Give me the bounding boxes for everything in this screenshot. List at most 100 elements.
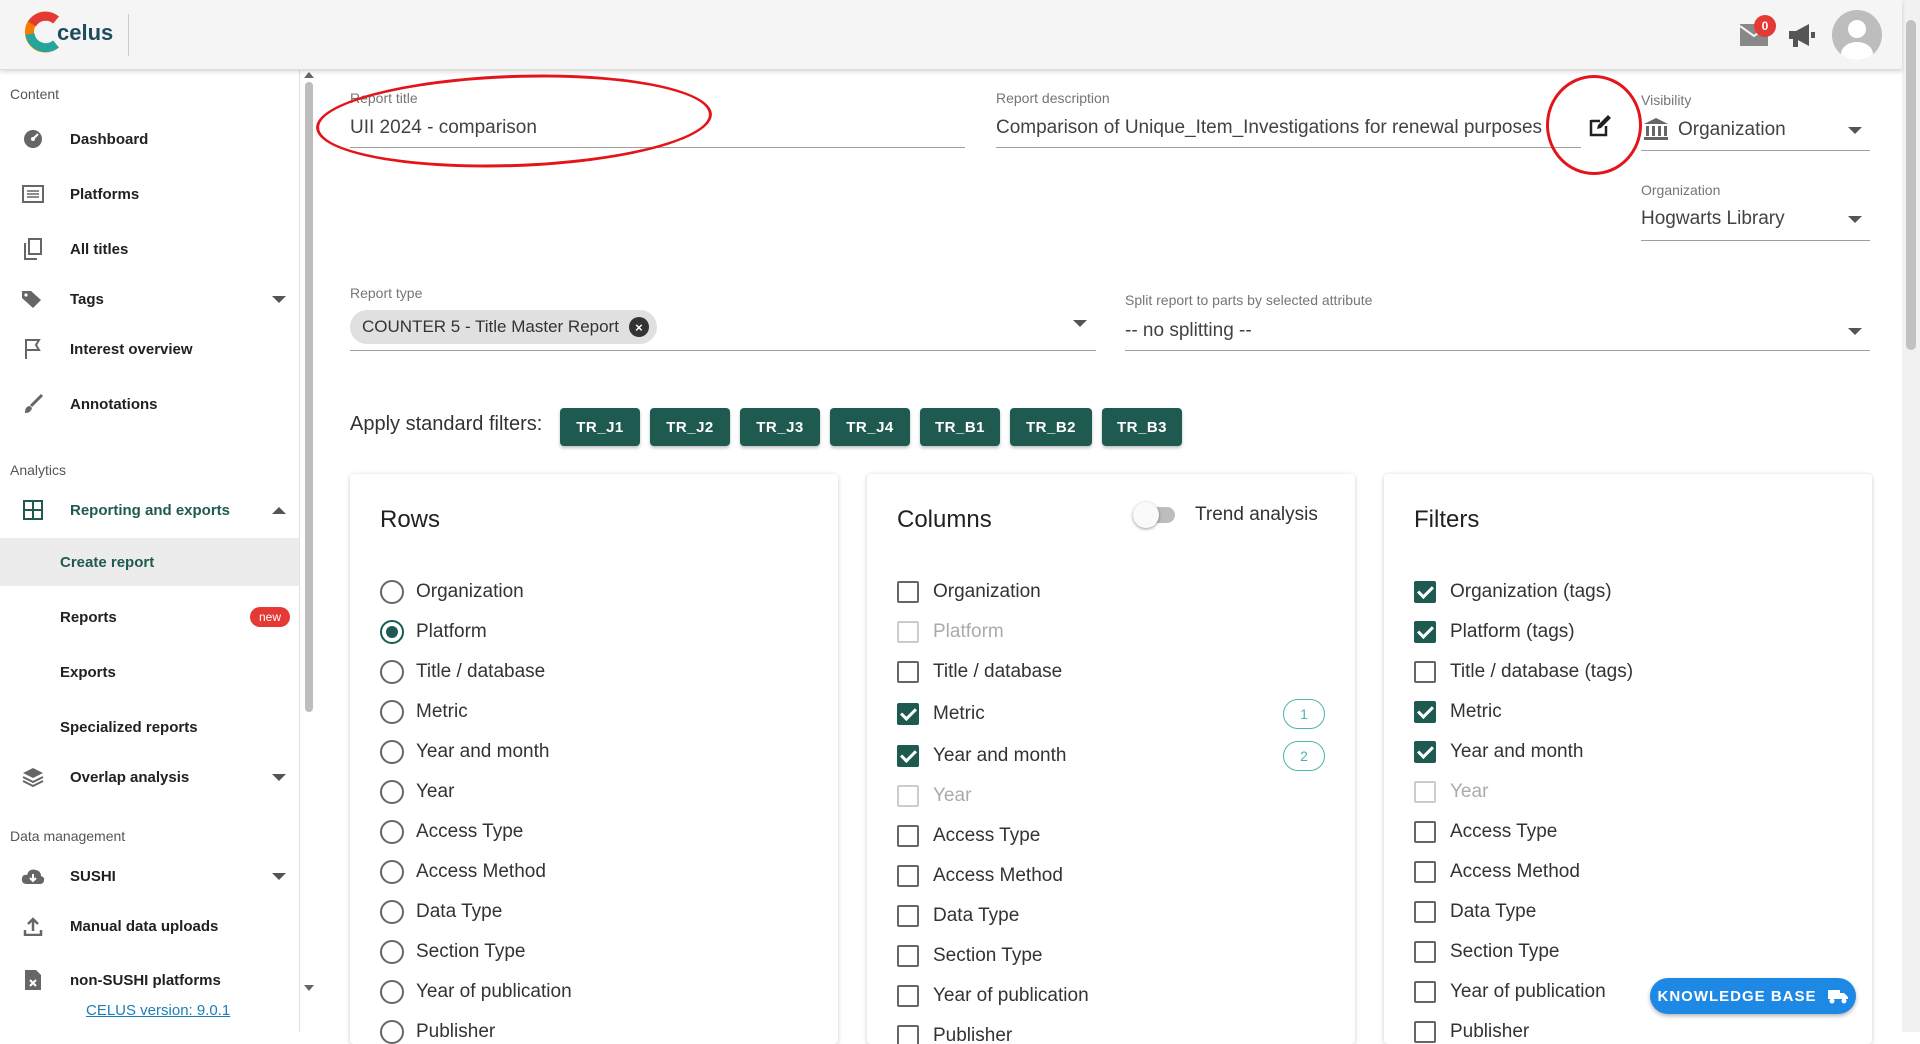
checkbox-unchecked-icon[interactable] [1414, 821, 1436, 843]
column-order-badge[interactable]: 2 [1283, 741, 1325, 771]
checkbox-checked-icon[interactable] [1414, 701, 1436, 723]
checkbox-unchecked-icon[interactable] [897, 985, 919, 1007]
column-order-badge[interactable]: 1 [1283, 699, 1325, 729]
filter-option-metric[interactable]: Metric [1414, 697, 1502, 727]
sidebar-item-manual-data-uploads[interactable]: Manual data uploads [0, 902, 299, 950]
sidebar-item-dashboard[interactable]: Dashboard [0, 115, 299, 163]
checkbox-unchecked-icon[interactable] [897, 581, 919, 603]
report-type-dropdown-arrow-icon[interactable] [1073, 320, 1087, 327]
sidebar-item-interest-overview[interactable]: Interest overview [0, 325, 299, 373]
row-option-title-database[interactable]: Title / database [380, 657, 545, 687]
radio-unchecked-icon[interactable] [380, 700, 404, 724]
radio-checked-icon[interactable] [380, 620, 404, 644]
checkbox-unchecked-icon[interactable] [1414, 981, 1436, 1003]
visibility-dropdown-arrow-icon[interactable] [1848, 127, 1862, 134]
checkbox-unchecked-icon[interactable] [1414, 901, 1436, 923]
user-avatar[interactable] [1832, 10, 1882, 60]
report-type-chip[interactable]: COUNTER 5 - Title Master Report × [350, 310, 657, 344]
toggle-track[interactable] [1133, 502, 1175, 528]
radio-unchecked-icon[interactable] [380, 940, 404, 964]
sidebar-item-reports[interactable]: Reports new [0, 593, 299, 641]
sidebar-item-annotations[interactable]: Annotations [0, 380, 299, 428]
filter-button-tr-j2[interactable]: TR_J2 [650, 408, 730, 446]
split-select[interactable]: -- no splitting -- [1125, 320, 1425, 342]
organization-dropdown-arrow-icon[interactable] [1848, 216, 1862, 223]
column-option-organization[interactable]: Organization [897, 577, 1041, 607]
visibility-select[interactable]: Organization [1678, 119, 1828, 141]
toggle-knob[interactable] [1133, 502, 1159, 528]
checkbox-unchecked-icon[interactable] [897, 825, 919, 847]
page-scrollbar[interactable] [1902, 0, 1920, 1032]
checkbox-unchecked-icon[interactable] [897, 661, 919, 683]
checkbox-checked-icon[interactable] [1414, 581, 1436, 603]
radio-unchecked-icon[interactable] [380, 580, 404, 604]
filter-button-tr-b1[interactable]: TR_B1 [920, 408, 1000, 446]
column-option-access-type[interactable]: Access Type [897, 821, 1040, 851]
filter-option-data-type[interactable]: Data Type [1414, 897, 1536, 927]
radio-unchecked-icon[interactable] [380, 820, 404, 844]
sidebar-item-platforms[interactable]: Platforms [0, 170, 299, 218]
column-option-year-of-publication[interactable]: Year of publication [897, 981, 1089, 1011]
sidebar-item-exports[interactable]: Exports [0, 648, 299, 696]
filter-option-platform-tags[interactable]: Platform (tags) [1414, 617, 1575, 647]
sidebar-item-specialized-reports[interactable]: Specialized reports [0, 703, 299, 751]
row-option-year[interactable]: Year [380, 777, 454, 807]
sidebar-item-tags[interactable]: Tags [0, 275, 299, 323]
filter-option-access-type[interactable]: Access Type [1414, 817, 1557, 847]
radio-unchecked-icon[interactable] [380, 780, 404, 804]
celus-version-link[interactable]: CELUS version: 9.0.1 [86, 1002, 230, 1019]
trend-analysis-toggle[interactable]: Trend analysis [1133, 502, 1318, 528]
checkbox-unchecked-icon[interactable] [897, 1025, 919, 1044]
organization-select[interactable]: Hogwarts Library [1641, 208, 1831, 230]
filter-option-year-of-publication[interactable]: Year of publication [1414, 977, 1606, 1007]
filter-button-tr-j1[interactable]: TR_J1 [560, 408, 640, 446]
checkbox-unchecked-icon[interactable] [897, 865, 919, 887]
column-option-publisher[interactable]: Publisher [897, 1021, 1012, 1044]
radio-unchecked-icon[interactable] [380, 660, 404, 684]
row-option-platform[interactable]: Platform [380, 617, 487, 647]
sidebar-scrollbar[interactable] [305, 82, 313, 712]
radio-unchecked-icon[interactable] [380, 1020, 404, 1044]
filter-button-tr-j4[interactable]: TR_J4 [830, 408, 910, 446]
sidebar-item-sushi[interactable]: SUSHI [0, 852, 299, 900]
radio-unchecked-icon[interactable] [380, 860, 404, 884]
checkbox-unchecked-icon[interactable] [1414, 1021, 1436, 1043]
checkbox-checked-icon[interactable] [1414, 741, 1436, 763]
checkbox-unchecked-icon[interactable] [1414, 941, 1436, 963]
row-option-data-type[interactable]: Data Type [380, 897, 502, 927]
filter-button-tr-b2[interactable]: TR_B2 [1010, 408, 1092, 446]
sidebar-item-create-report[interactable]: Create report [0, 538, 299, 586]
split-dropdown-arrow-icon[interactable] [1848, 328, 1862, 335]
filter-option-publisher[interactable]: Publisher [1414, 1017, 1529, 1044]
knowledge-base-button[interactable]: KNOWLEDGE BASE [1650, 978, 1856, 1014]
filter-option-year-and-month[interactable]: Year and month [1414, 737, 1583, 767]
row-option-organization[interactable]: Organization [380, 577, 524, 607]
filter-button-tr-j3[interactable]: TR_J3 [740, 408, 820, 446]
checkbox-checked-icon[interactable] [897, 703, 919, 725]
filter-button-tr-b3[interactable]: TR_B3 [1102, 408, 1182, 446]
checkbox-unchecked-icon[interactable] [1414, 861, 1436, 883]
sidebar-item-reporting-and-exports[interactable]: Reporting and exports [0, 486, 299, 534]
checkbox-unchecked-icon[interactable] [1414, 661, 1436, 683]
column-option-section-type[interactable]: Section Type [897, 941, 1043, 971]
close-icon[interactable]: × [628, 317, 649, 337]
page-scrollbar-thumb[interactable] [1906, 20, 1916, 350]
checkbox-checked-icon[interactable] [1414, 621, 1436, 643]
sidebar-item-non-sushi-platforms[interactable]: non-SUSHI platforms [0, 956, 299, 1004]
sidebar-item-overlap-analysis[interactable]: Overlap analysis [0, 753, 299, 801]
row-option-publisher[interactable]: Publisher [380, 1017, 495, 1044]
row-option-metric[interactable]: Metric [380, 697, 468, 727]
filter-option-title-database-tags[interactable]: Title / database (tags) [1414, 657, 1633, 687]
radio-unchecked-icon[interactable] [380, 740, 404, 764]
mail-button[interactable]: 0 [1732, 13, 1776, 57]
radio-unchecked-icon[interactable] [380, 980, 404, 1004]
column-option-metric[interactable]: Metric [897, 699, 985, 729]
column-option-title-database[interactable]: Title / database [897, 657, 1062, 687]
checkbox-checked-icon[interactable] [897, 745, 919, 767]
filter-option-organization-tags[interactable]: Organization (tags) [1414, 577, 1612, 607]
report-description-input[interactable]: Comparison of Unique_Item_Investigations… [996, 117, 1571, 139]
scroll-down-arrow-icon[interactable] [304, 985, 314, 993]
scroll-up-arrow-icon[interactable] [304, 70, 314, 78]
row-option-year-and-month[interactable]: Year and month [380, 737, 549, 767]
column-option-access-method[interactable]: Access Method [897, 861, 1063, 891]
